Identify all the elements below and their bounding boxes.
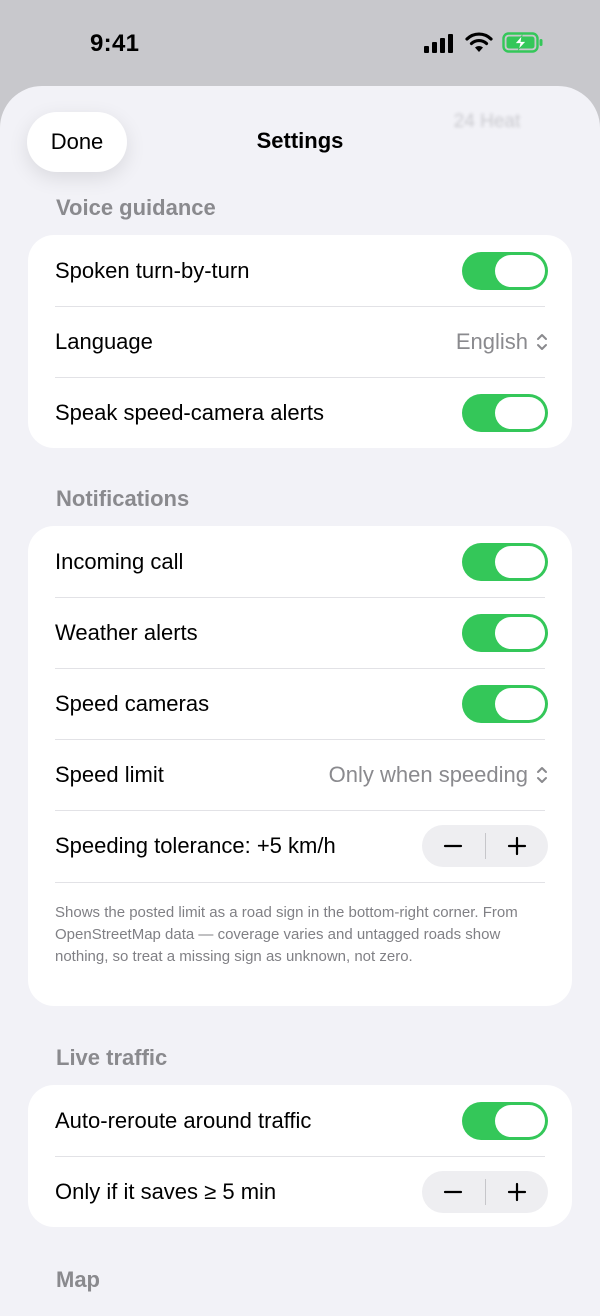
live-traffic-card: Auto-reroute around traffic Only if it s… [28, 1085, 572, 1227]
speeding-tolerance-stepper [422, 824, 549, 867]
minus-icon [444, 1190, 463, 1193]
plus-icon [507, 1182, 526, 1201]
notifications-card: Incoming call Weather alerts Speed camer… [28, 526, 572, 1006]
speed-limit-picker[interactable]: Only when speeding [329, 762, 548, 788]
row-auto-reroute: Auto-reroute around traffic [28, 1085, 572, 1156]
row-label: Speed cameras [55, 690, 210, 716]
row-speak-speed-camera-alerts: Speak speed-camera alerts [28, 377, 572, 448]
decrement-button[interactable] [422, 1171, 485, 1213]
language-value: English [455, 328, 528, 354]
reroute-savings-stepper [422, 1170, 549, 1213]
row-label: Speed limit [55, 761, 164, 787]
incoming-call-toggle[interactable] [462, 542, 548, 581]
speed-limit-footnote: Shows the posted limit as a road sign in… [28, 882, 572, 968]
settings-sheet: 24 Heat Done Settings Voice guidance Spo… [0, 86, 600, 1316]
row-label: Spoken turn-by-turn [55, 257, 250, 283]
auto-reroute-toggle[interactable] [462, 1101, 548, 1140]
row-label: Weather alerts [55, 619, 198, 645]
row-label: Language [55, 328, 153, 354]
chevron-updown-icon [537, 766, 547, 783]
wifi-icon [465, 32, 493, 52]
row-label: Speeding tolerance: +5 km/h [55, 832, 336, 858]
spoken-turn-by-turn-toggle[interactable] [462, 251, 548, 290]
cellular-signal-icon [424, 33, 453, 53]
speak-speed-camera-alerts-toggle[interactable] [462, 393, 548, 432]
language-picker[interactable]: English [456, 329, 548, 355]
status-bar: 9:41 [0, 0, 600, 88]
row-speed-limit[interactable]: Speed limit Only when speeding [28, 739, 572, 810]
row-speed-cameras: Speed cameras [28, 668, 572, 739]
row-label: Auto-reroute around traffic [55, 1107, 312, 1133]
page-title: Settings [256, 128, 344, 153]
row-weather-alerts: Weather alerts [28, 597, 572, 668]
speed-cameras-toggle[interactable] [462, 684, 548, 723]
row-label: Only if it saves ≥ 5 min [55, 1178, 277, 1204]
chevron-updown-icon [537, 333, 547, 350]
weather-alerts-toggle[interactable] [462, 613, 548, 652]
row-label: Incoming call [55, 548, 184, 574]
row-spoken-turn-by-turn: Spoken turn-by-turn [28, 235, 572, 306]
status-time: 9:41 [90, 30, 140, 57]
plus-icon [507, 836, 526, 855]
status-icons [424, 32, 544, 53]
row-speeding-tolerance: Speeding tolerance: +5 km/h [28, 810, 572, 881]
row-incoming-call: Incoming call [28, 526, 572, 597]
section-header-voice-guidance: Voice guidance [56, 195, 216, 220]
row-label: Speak speed-camera alerts [55, 399, 325, 425]
section-header-notifications: Notifications [56, 486, 190, 511]
section-header-live-traffic: Live traffic [56, 1045, 168, 1070]
speed-limit-value: Only when speeding [328, 761, 528, 787]
decrement-button[interactable] [422, 825, 485, 867]
minus-icon [444, 844, 463, 847]
row-language[interactable]: Language English [28, 306, 572, 377]
battery-charging-icon [502, 32, 543, 53]
section-header-map: Map [56, 1267, 100, 1292]
increment-button[interactable] [486, 825, 549, 867]
row-only-if-saves: Only if it saves ≥ 5 min [28, 1156, 572, 1227]
increment-button[interactable] [486, 1171, 549, 1213]
voice-guidance-card: Spoken turn-by-turn Language English Spe… [28, 235, 572, 448]
